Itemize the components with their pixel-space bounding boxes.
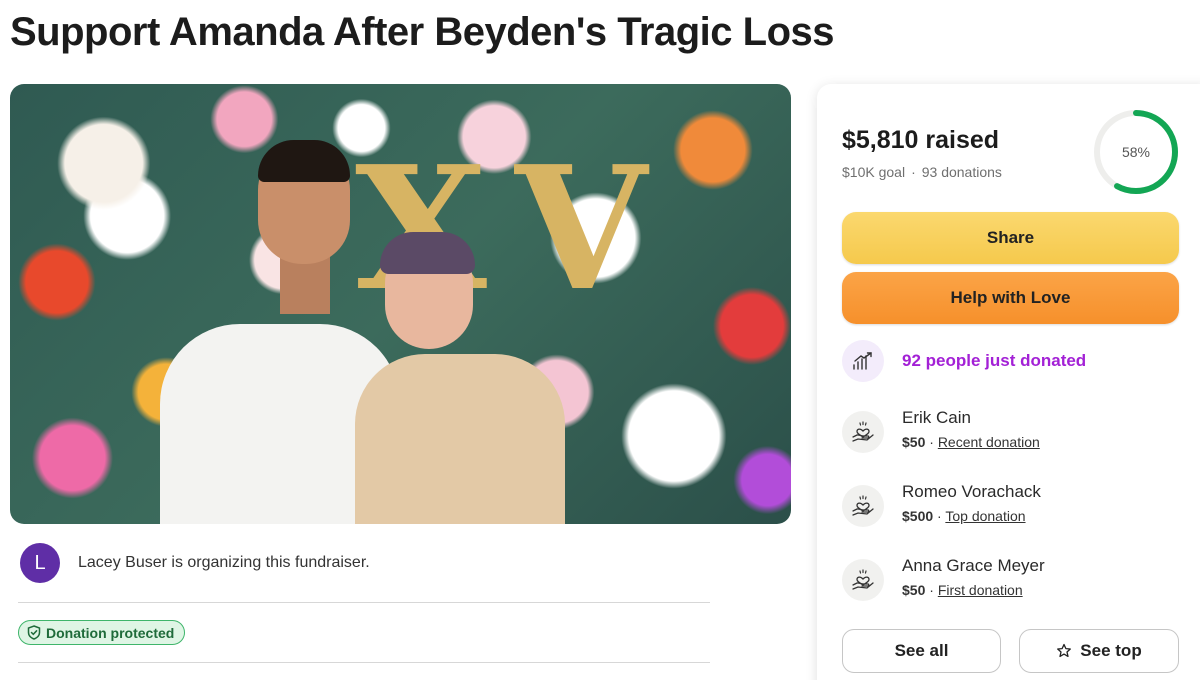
donor-name: Romeo Vorachack (902, 482, 1041, 501)
list-item: Anna Grace Meyer $50 · First donation (842, 556, 1045, 601)
heart-hand-icon (852, 495, 874, 516)
separator: · (911, 164, 916, 180)
donation-tag-link[interactable]: First donation (938, 582, 1023, 598)
amount-raised: $5,810 raised (842, 126, 1000, 154)
donor-amount: $50 (902, 582, 926, 598)
trending-up-icon (853, 352, 872, 370)
see-all-label: See all (894, 641, 949, 660)
shield-check-icon (27, 625, 41, 640)
trend-icon-wrap (842, 340, 884, 382)
donor-amount: $50 (902, 434, 926, 450)
hero-person-man-hair (258, 140, 350, 182)
page-title: Support Amanda After Beyden's Tragic Los… (10, 10, 835, 54)
goal-line: $10K goal · 93 donations (842, 164, 1002, 180)
donor-amount: $500 (902, 508, 934, 524)
help-with-love-button[interactable]: Help with Love (842, 272, 1179, 324)
donation-card: $5,810 raised $10K goal · 93 donations 58%… (817, 84, 1200, 680)
heart-hand-icon (852, 421, 874, 442)
hero-image: X V (10, 84, 791, 524)
badge-label: Donation protected (46, 624, 175, 641)
heart-hand-icon-wrap (842, 411, 884, 453)
separator: · (937, 508, 942, 524)
see-all-button[interactable]: See all (842, 629, 1001, 673)
heart-hand-icon-wrap (842, 485, 884, 527)
progress-percent: 58% (1121, 144, 1151, 160)
hero-person-woman (355, 354, 565, 524)
organizer-text: Lacey Buser is organizing this fundraise… (78, 554, 370, 571)
star-icon (1057, 643, 1072, 658)
hero-letter-v: V (515, 129, 647, 329)
donor-name: Anna Grace Meyer (902, 556, 1045, 575)
donation-tag-link[interactable]: Recent donation (938, 434, 1040, 450)
heart-hand-icon (852, 569, 874, 590)
just-donated-text: 92 people just donated (902, 351, 1087, 370)
recent-activity[interactable]: 92 people just donated (842, 340, 1086, 382)
organizer-row[interactable]: L Lacey Buser is organizing this fundrai… (20, 543, 370, 583)
divider (18, 602, 710, 603)
avatar[interactable]: L (20, 543, 60, 583)
separator: · (929, 434, 934, 450)
separator: · (929, 582, 934, 598)
goal-amount: $10K goal (842, 164, 906, 180)
share-button[interactable]: Share (842, 212, 1179, 264)
divider (18, 662, 710, 663)
donation-count: 93 donations (921, 164, 1002, 180)
donor-name: Erik Cain (902, 408, 971, 427)
donation-protected-badge[interactable]: Donation protected (18, 620, 186, 645)
hero-person-woman-hair (380, 232, 475, 274)
list-item: Erik Cain $50 · Recent donation (842, 408, 1040, 453)
list-item: Romeo Vorachack $500 · Top donation (842, 482, 1041, 527)
donation-tag-link[interactable]: Top donation (945, 508, 1025, 524)
see-top-label: See top (1080, 641, 1142, 660)
heart-hand-icon-wrap (842, 559, 884, 601)
see-top-button[interactable]: See top (1019, 629, 1179, 673)
